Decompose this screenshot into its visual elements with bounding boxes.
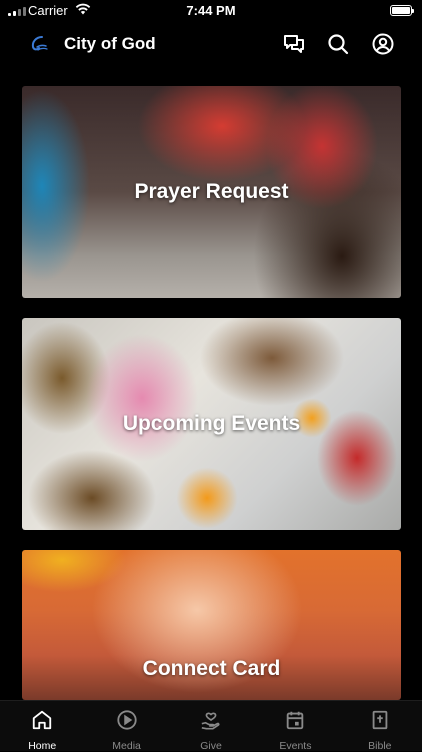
tab-bar: Home Media Give Events Bible [0, 700, 422, 752]
tab-media[interactable]: Media [84, 701, 168, 752]
calendar-icon [284, 709, 306, 736]
chat-icon[interactable] [281, 31, 307, 57]
app-header: City of God [0, 22, 422, 66]
status-time: 7:44 PM [186, 3, 236, 18]
connect-card-label: Connect Card [142, 657, 281, 680]
app-title: City of God [64, 34, 156, 53]
upcoming-events-label: Upcoming Events [122, 412, 301, 435]
status-bar: Carrier 7:44 PM [0, 0, 422, 22]
upcoming-events-card[interactable]: Upcoming Events [22, 318, 401, 530]
bible-icon [369, 709, 391, 736]
tab-give[interactable]: Give [169, 701, 253, 752]
tab-give-label: Give [200, 740, 222, 752]
battery-icon [390, 5, 414, 16]
tab-home-label: Home [28, 740, 57, 752]
prayer-request-label: Prayer Request [134, 180, 289, 203]
tab-events-label: Events [279, 740, 312, 752]
home-icon [31, 709, 53, 736]
play-icon [116, 709, 138, 736]
city-of-god-logo-icon [28, 33, 50, 55]
search-icon[interactable] [325, 31, 351, 57]
tab-bible-label: Bible [368, 740, 392, 752]
tab-home[interactable]: Home [0, 701, 84, 752]
profile-icon[interactable] [370, 31, 396, 57]
tab-events[interactable]: Events [253, 701, 337, 752]
prayer-request-card[interactable]: Prayer Request [22, 86, 401, 298]
tab-media-label: Media [112, 740, 141, 752]
give-hand-heart-icon [200, 709, 222, 736]
tab-bible[interactable]: Bible [338, 701, 422, 752]
connect-card-card[interactable]: Connect Card [22, 550, 401, 700]
